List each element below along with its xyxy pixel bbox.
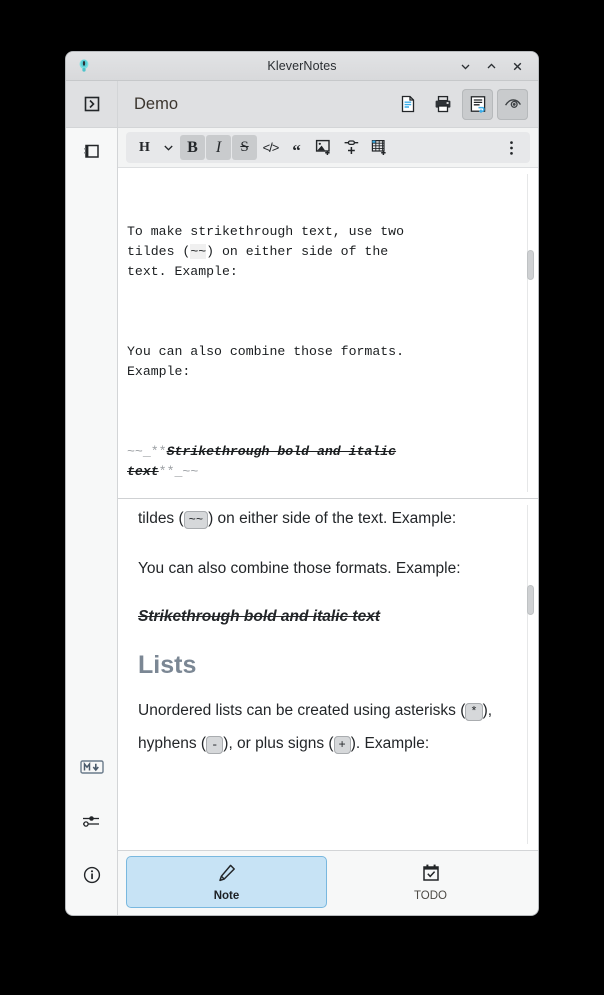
rail-header [66, 81, 117, 128]
chevron-down-icon[interactable] [158, 135, 179, 160]
preview-paragraph-3: Unordered lists can be created using ast… [138, 695, 516, 761]
tab-note[interactable]: Note [126, 856, 327, 908]
markdown-editor-pane[interactable]: To make strikethrough text, use two tild… [118, 168, 538, 499]
preview-p3-a: Unordered lists can be created using ast… [138, 702, 466, 719]
settings-sliders-icon[interactable] [78, 807, 106, 835]
heading-dropdown[interactable]: H [132, 135, 157, 160]
preview-heading-lists: Lists [138, 651, 197, 679]
markdown-preview-pane[interactable]: tildes (~~) on either side of the text. … [118, 499, 538, 850]
editor-text[interactable]: To make strikethrough text, use two tild… [127, 182, 516, 498]
preview-eye-icon[interactable] [497, 88, 528, 120]
expand-sidebar-icon[interactable] [78, 90, 106, 118]
editor-combo-open: ~~_** [127, 444, 167, 459]
maximize-button[interactable] [484, 59, 499, 74]
tab-note-label: Note [213, 890, 240, 902]
main-column: Demo H B I S </> “ To make strikethrough… [118, 81, 538, 915]
preview-scrollbar-thumb[interactable] [527, 585, 534, 615]
preview-paragraph-2: You can also combine those formats. Exam… [138, 560, 461, 577]
editor-combo-close1: ** [158, 464, 175, 479]
tab-todo-label: TODO [413, 890, 447, 902]
code-button[interactable]: </> [258, 135, 283, 160]
markdown-icon[interactable] [78, 753, 106, 781]
editor-scrollbar[interactable] [527, 168, 534, 498]
insert-table-button[interactable] [366, 135, 393, 160]
minimize-button[interactable] [458, 59, 473, 74]
formatting-toolbar-wrap: H B I S </> “ [118, 128, 538, 168]
title-bar: KleverNotes [66, 52, 538, 81]
close-button[interactable] [510, 59, 525, 74]
preview-combo-text: Strikethrough bold and italic text [138, 608, 380, 625]
preview-paragraph-1: tildes (~~) on either side of the text. … [138, 503, 516, 536]
new-note-icon[interactable] [392, 89, 423, 120]
pencil-icon [216, 862, 238, 887]
insert-image-button[interactable] [310, 135, 337, 160]
editor-combo-close3: ~~ [182, 464, 199, 479]
editor-combo-line: ~~_**Strikethrough bold and italic text*… [127, 442, 516, 482]
formatting-toolbar: H B I S </> “ [126, 132, 530, 163]
lightbulb-icon [75, 57, 93, 75]
window-controls [458, 59, 525, 74]
editor-p1-code: ~~ [190, 244, 207, 259]
preview-p3-plus: + [333, 736, 351, 754]
editor-scrollbar-thumb[interactable] [527, 250, 534, 280]
preview-p3-c: ), or plus signs ( [223, 735, 334, 752]
editor-paragraph-2: You can also combine those formats. Exam… [127, 344, 404, 379]
preview-scrollbar[interactable] [527, 499, 534, 850]
italic-button[interactable]: I [206, 135, 231, 160]
editor-preview-split: To make strikethrough text, use two tild… [118, 168, 538, 850]
editor-content[interactable]: To make strikethrough text, use two tild… [118, 168, 538, 498]
bold-button[interactable]: B [180, 135, 205, 160]
preview-p3-hyphen: - [206, 736, 224, 754]
strikethrough-button[interactable]: S [232, 135, 257, 160]
sidebar-panel-icon[interactable] [78, 137, 106, 165]
left-sidebar-rail [66, 81, 118, 915]
header-actions [392, 88, 528, 120]
preview-content: tildes (~~) on either side of the text. … [118, 499, 538, 788]
calendar-check-icon [420, 862, 442, 887]
preview-p1-code: ~~ [183, 511, 209, 529]
preview-p1-post: ) on either side of the text. Example: [208, 510, 457, 527]
rail-items [66, 128, 117, 915]
text-wrap-icon[interactable] [462, 88, 493, 120]
editor-paragraph-1: To make strikethrough text, use two tild… [127, 222, 516, 282]
window-body: Demo H B I S </> “ To make strikethrough… [66, 81, 538, 915]
page-title: Demo [134, 94, 179, 113]
print-icon[interactable] [427, 89, 458, 120]
document-header: Demo [118, 81, 538, 128]
preview-p3-star: * [465, 703, 483, 721]
insert-link-button[interactable] [338, 135, 365, 160]
quote-button[interactable]: “ [284, 135, 309, 160]
preview-p3-d: ). Example: [350, 735, 430, 752]
app-window: KleverNotes Demo H B I S </> “ To make s… [66, 52, 538, 915]
info-icon[interactable] [78, 861, 106, 889]
tab-todo[interactable]: TODO [331, 856, 530, 908]
preview-p1-pre: tildes ( [138, 510, 184, 527]
more-options-button[interactable] [499, 135, 524, 160]
bottom-tab-bar: Note TODO [118, 850, 538, 915]
